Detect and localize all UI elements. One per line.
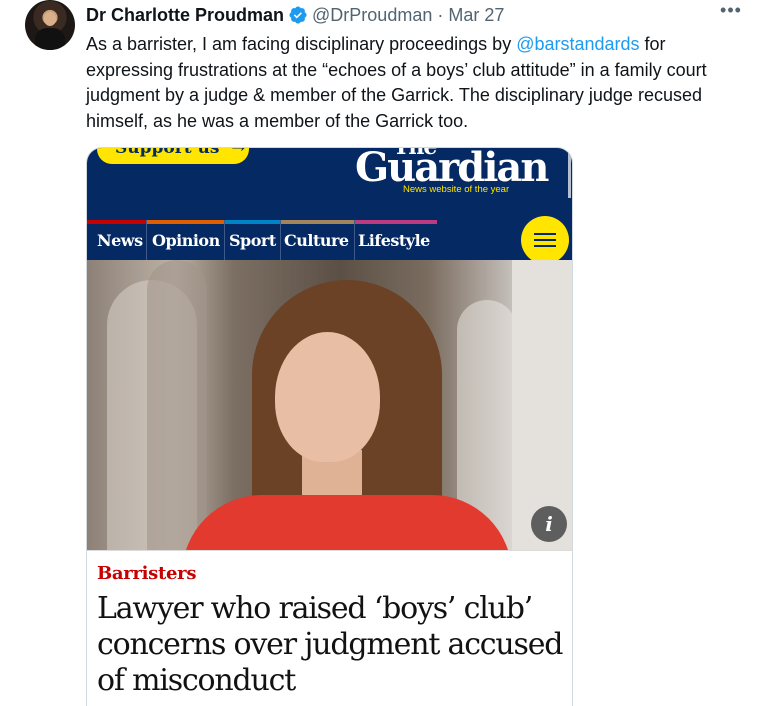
handle[interactable]: @DrProudman [312,5,432,26]
media-image[interactable]: Support us → The Guardian News website o… [86,147,573,706]
nav-item-culture: Culture [274,220,355,260]
nav-item-sport: Sport [219,220,281,260]
avatar[interactable] [25,0,75,50]
verified-badge-icon [289,6,307,24]
tweet[interactable]: Dr Charlotte Proudman @DrProudman · Mar … [0,0,763,706]
separator-dot: · [437,4,444,25]
display-name[interactable]: Dr Charlotte Proudman [86,5,284,26]
guardian-header: Support us → The Guardian News website o… [87,147,572,220]
tweet-text-part: As a barrister, I am facing disciplinary… [86,34,517,54]
info-icon: i [531,506,567,542]
guardian-logo: Guardian [355,147,549,191]
article-kicker: Barristers [97,563,197,584]
support-label: Support us [115,147,220,158]
article-photo: i [87,260,572,550]
guardian-nav: News Opinion Sport Culture Lifestyle [87,220,572,260]
mention-link[interactable]: @barstandards [516,34,639,54]
nav-item-opinion: Opinion [142,220,225,260]
arrow-right-icon: → [231,147,246,158]
nav-item-news: News [87,220,147,260]
tweet-header: Dr Charlotte Proudman @DrProudman · Mar … [86,4,504,26]
support-us-button: Support us → [97,147,249,164]
hamburger-menu-icon [521,216,569,264]
article-headline: Lawyer who raised ‘boys’ club’ concerns … [97,591,563,698]
logo-tagline: News website of the year [403,184,510,195]
nav-item-lifestyle: Lifestyle [358,231,430,250]
scrollbar [568,153,571,198]
more-options-icon[interactable]: ••• [716,1,746,23]
timestamp[interactable]: Mar 27 [448,5,504,26]
article-preview: Barristers Lawyer who raised ‘boys’ club… [87,550,572,706]
tweet-text: As a barrister, I am facing disciplinary… [86,32,746,134]
